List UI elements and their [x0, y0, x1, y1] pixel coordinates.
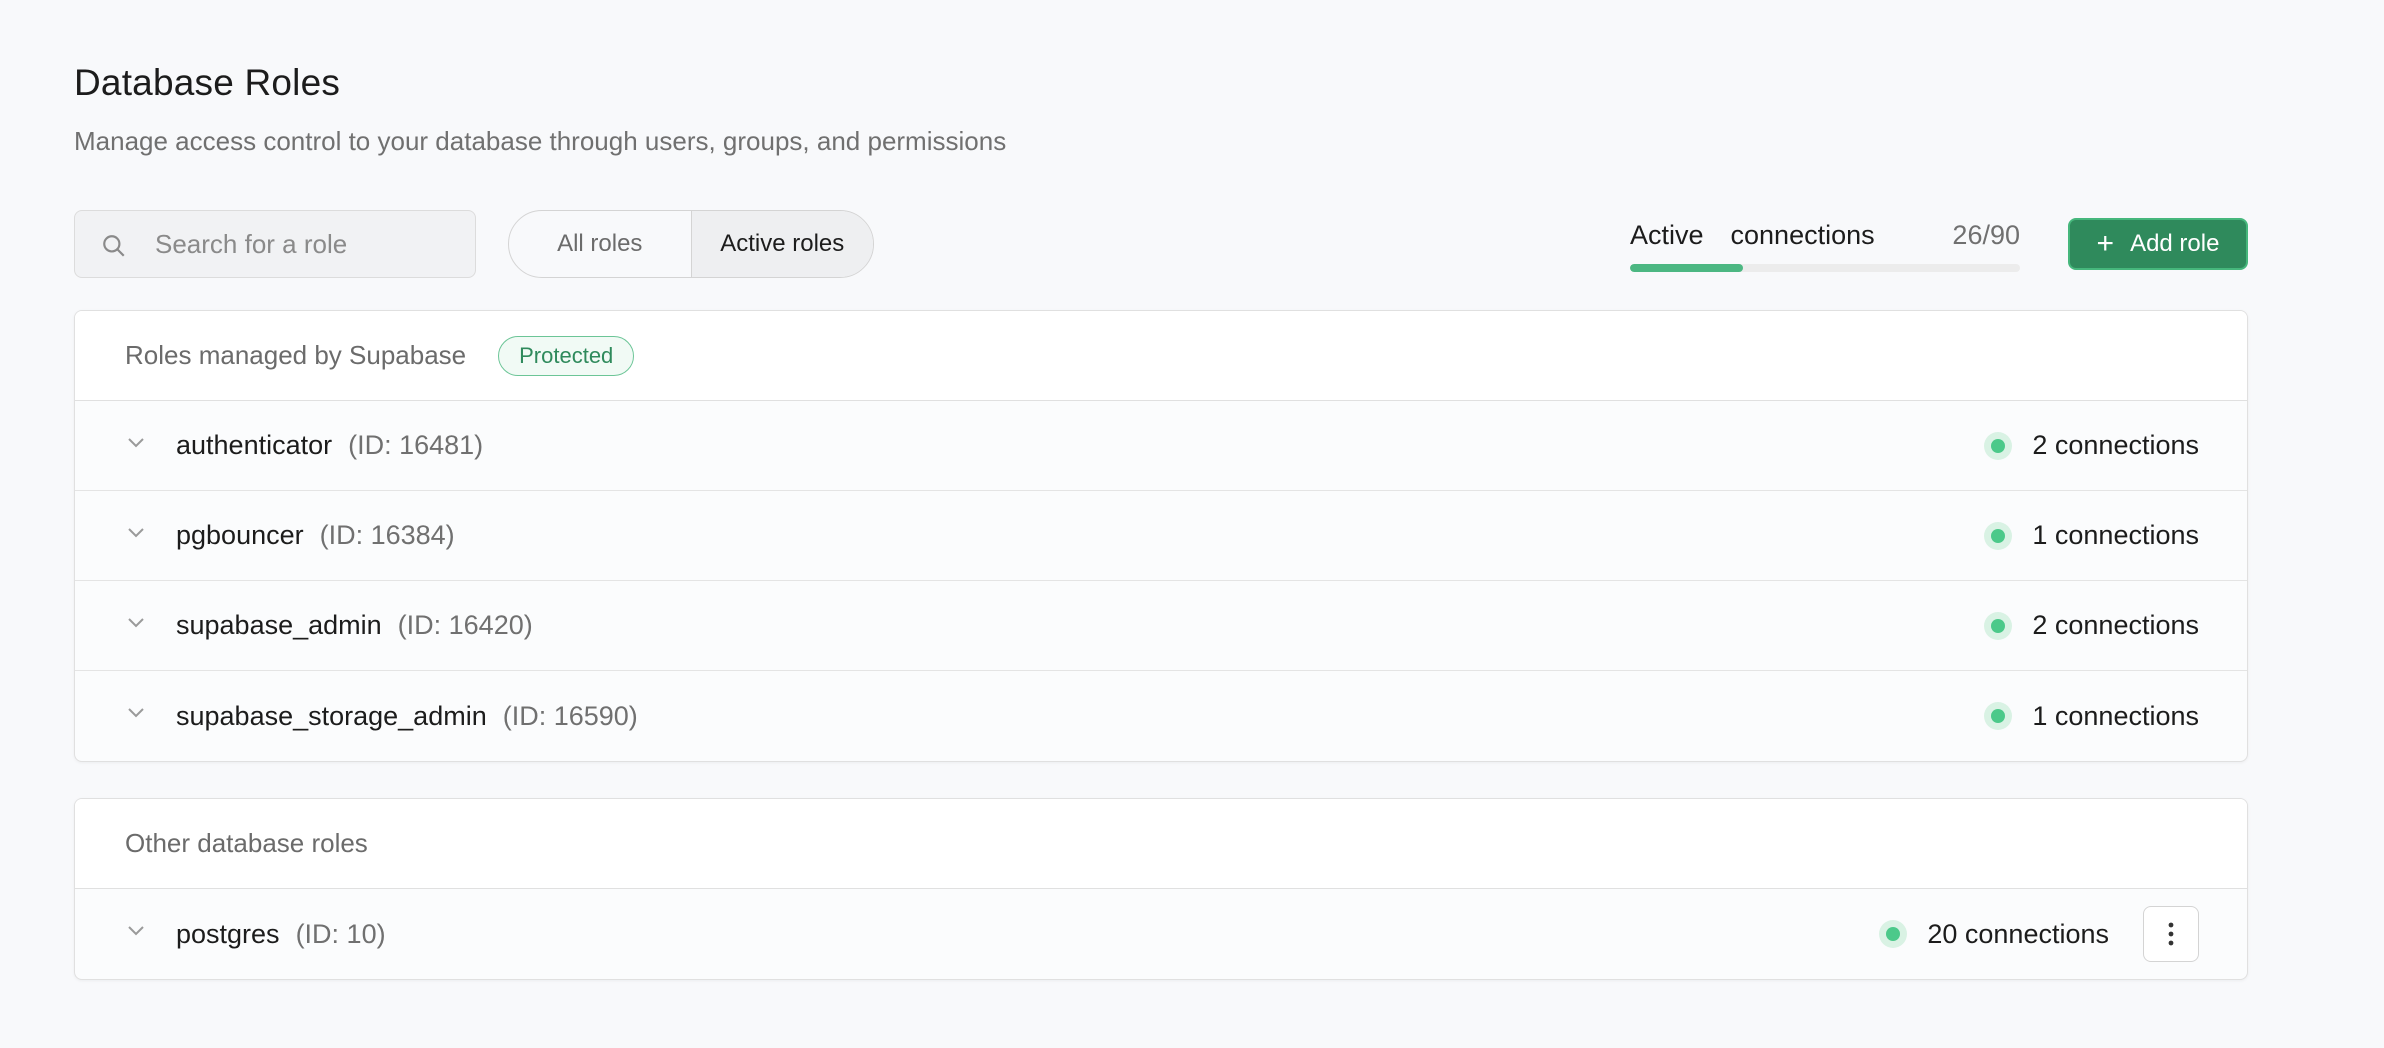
other-roles-title: Other database roles — [125, 828, 368, 858]
role-connections: 20 connections — [1879, 906, 2199, 962]
tab-active-roles[interactable]: Active roles — [690, 211, 873, 277]
more-options-button[interactable] — [2143, 906, 2199, 962]
role-name-cell: authenticator (ID: 16481) — [176, 430, 483, 461]
role-connections: 1 connections — [1984, 701, 2199, 732]
active-connections-count: 26/90 — [1952, 220, 2020, 250]
page-title: Database Roles — [74, 62, 341, 103]
chevron-down-icon[interactable] — [127, 437, 145, 449]
connections-progress-bar — [1630, 264, 2020, 272]
role-name-cell: supabase_admin (ID: 16420) — [176, 610, 533, 641]
more-vertical-icon — [2168, 922, 2174, 946]
chevron-down-icon[interactable] — [127, 617, 145, 629]
role-name: authenticator — [176, 430, 333, 460]
role-name: supabase_storage_admin — [176, 700, 487, 731]
chevron-down-icon[interactable] — [127, 527, 145, 539]
protected-badge: Protected — [498, 335, 635, 376]
search-input[interactable] — [155, 211, 455, 277]
role-row[interactable]: supabase_admin (ID: 16420) 2 connections — [75, 581, 2247, 671]
other-roles-header: Other database roles — [75, 799, 2247, 889]
status-dot-icon — [1984, 521, 2013, 550]
role-connections: 2 connections — [1984, 610, 2199, 641]
role-connection-count: 2 connections — [2032, 610, 2199, 640]
chevron-down-icon[interactable] — [127, 707, 145, 719]
role-id: (ID: 16384) — [319, 520, 455, 550]
role-name: pgbouncer — [176, 520, 304, 550]
search-icon — [103, 235, 125, 257]
search-box[interactable] — [74, 210, 476, 278]
status-dot-icon — [1984, 702, 2013, 730]
managed-roles-header: Roles managed by Supabase Protected — [75, 311, 2247, 401]
add-role-button[interactable]: + Add role — [2068, 218, 2248, 270]
role-connection-count: 20 connections — [1927, 918, 2109, 949]
connections-progress-fill — [1630, 264, 1743, 272]
role-row[interactable]: pgbouncer (ID: 16384) 1 connections — [75, 491, 2247, 581]
chevron-down-icon[interactable] — [127, 925, 145, 937]
managed-roles-title: Roles managed by Supabase — [125, 340, 467, 370]
other-roles-panel: Other database roles postgres (ID: 10) 20 … — [74, 798, 2248, 980]
role-id: (ID: 16481) — [348, 430, 484, 460]
role-connections: 2 connections — [1984, 430, 2199, 461]
role-row[interactable]: supabase_storage_admin (ID: 16590) 1 conne… — [75, 671, 2247, 761]
role-name-cell: supabase_storage_admin (ID: 16590) — [176, 701, 638, 732]
role-id: (ID: 16590) — [502, 700, 638, 731]
status-dot-icon — [1984, 611, 2013, 640]
managed-roles-panel: Roles managed by Supabase Protected auth… — [74, 310, 2248, 762]
role-connection-count: 2 connections — [2032, 430, 2199, 460]
active-connections-label: Active connections — [1630, 220, 1875, 250]
role-connections: 1 connections — [1984, 520, 2199, 551]
role-connection-count: 1 connections — [2032, 700, 2199, 731]
role-row[interactable]: authenticator (ID: 16481) 2 connections — [75, 401, 2247, 491]
role-id: (ID: 10) — [295, 918, 386, 949]
tab-all-roles[interactable]: All roles — [509, 211, 691, 277]
plus-icon: + — [2096, 227, 2115, 260]
role-id: (ID: 16420) — [397, 610, 533, 640]
role-name-cell: pgbouncer (ID: 16384) — [176, 520, 455, 551]
page-subtitle: Manage access control to your database t… — [74, 126, 1007, 156]
role-connection-count: 1 connections — [2032, 520, 2199, 550]
role-filter-toggle: All roles Active roles — [508, 210, 874, 278]
status-dot-icon — [1984, 431, 2013, 460]
status-dot-icon — [1879, 920, 1908, 948]
role-name-cell: postgres (ID: 10) — [176, 919, 386, 950]
add-role-label: Add role — [2130, 230, 2220, 257]
role-row[interactable]: postgres (ID: 10) 20 connections — [75, 889, 2247, 979]
role-name: postgres — [176, 918, 280, 949]
role-name: supabase_admin — [176, 610, 382, 640]
